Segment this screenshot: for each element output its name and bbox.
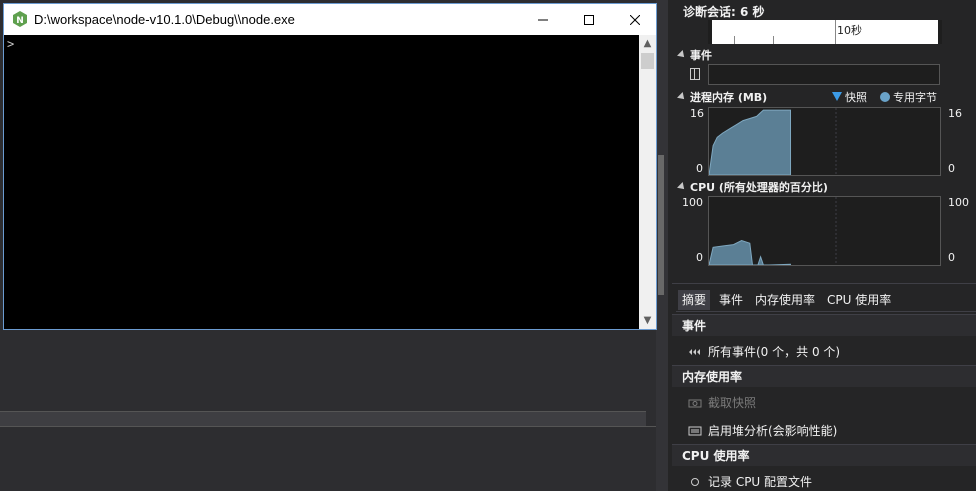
maximize-button[interactable] xyxy=(566,4,612,35)
timeline-ruler[interactable]: 10秒 xyxy=(708,20,942,44)
timeline-tick-label: 10秒 xyxy=(837,24,862,37)
series-area xyxy=(709,239,792,265)
pause-events-icon[interactable] xyxy=(690,68,700,80)
events-list-header: 事件 xyxy=(672,314,976,336)
cpu-y-max-left: 100 xyxy=(682,196,703,209)
enable-heap-profiling-button[interactable]: 启用堆分析(会影响性能) xyxy=(688,422,837,439)
console-prompt: > xyxy=(7,37,15,51)
tab-summary[interactable]: 摘要 xyxy=(678,290,711,310)
node-app-icon: N xyxy=(13,11,27,27)
close-button[interactable] xyxy=(612,4,658,35)
memory-y-min-left: 0 xyxy=(696,162,703,175)
scrollbar-thumb[interactable] xyxy=(658,155,664,295)
details-tabs: 摘要 事件 内存使用率 CPU 使用率 xyxy=(676,290,976,312)
close-icon xyxy=(630,14,640,25)
camera-icon xyxy=(688,399,702,408)
record-icon xyxy=(691,478,699,486)
memory-y-min-right: 0 xyxy=(948,162,955,175)
memory-chart[interactable] xyxy=(708,107,941,176)
timeline-tick xyxy=(835,20,836,44)
cpu-section-header[interactable]: CPU (所有处理器的百分比) xyxy=(677,179,828,195)
tab-cpu-usage[interactable]: CPU 使用率 xyxy=(823,290,895,310)
timeline-start-handle[interactable] xyxy=(708,20,712,44)
minimize-button[interactable] xyxy=(520,4,566,35)
divider xyxy=(0,426,656,427)
collapse-icon xyxy=(677,182,687,192)
horizontal-scrollbar[interactable] xyxy=(0,411,646,427)
cpu-chart-svg xyxy=(709,197,837,265)
memory-y-max-left: 16 xyxy=(690,107,704,120)
session-duration: 诊断会话: 6 秒 xyxy=(683,5,765,19)
console-window[interactable]: N D:\workspace\node-v10.1.0\Debug\\node.… xyxy=(3,3,657,330)
take-snapshot-button[interactable]: 截取快照 xyxy=(688,394,756,411)
events-section-header[interactable]: 事件 xyxy=(677,47,712,63)
series-area xyxy=(709,109,792,175)
memory-chip-icon xyxy=(688,426,702,436)
cpu-chart[interactable] xyxy=(708,196,941,266)
console-titlebar[interactable]: N D:\workspace\node-v10.1.0\Debug\\node.… xyxy=(4,4,656,35)
svg-text:N: N xyxy=(16,16,24,26)
collapse-icon xyxy=(677,92,687,102)
memory-chart-svg xyxy=(709,108,837,175)
memory-section-header[interactable]: 进程内存 (MB) xyxy=(677,89,767,105)
vertical-scrollbar[interactable] xyxy=(656,0,668,491)
record-cpu-profile-button[interactable]: 记录 CPU 配置文件 xyxy=(688,473,812,490)
legend-snapshot: 快照 xyxy=(832,89,867,105)
cpu-list-header: CPU 使用率 xyxy=(672,444,976,466)
window-title: D:\workspace\node-v10.1.0\Debug\\node.ex… xyxy=(34,12,295,27)
timeline-tick xyxy=(773,36,774,44)
events-track xyxy=(708,64,940,85)
timeline-end-handle[interactable] xyxy=(938,20,942,44)
memory-y-max-right: 16 xyxy=(948,107,962,120)
tab-memory-usage[interactable]: 内存使用率 xyxy=(751,290,819,310)
cpu-y-min-left: 0 xyxy=(696,251,703,264)
scroll-up-icon[interactable]: ▲ xyxy=(639,35,656,52)
memory-list-header: 内存使用率 xyxy=(672,365,976,387)
console-scrollbar[interactable]: ▲ ▼ xyxy=(639,35,656,329)
all-events-link[interactable]: 所有事件(0 个，共 0 个) xyxy=(688,343,840,360)
console-output[interactable]: > xyxy=(4,35,640,329)
collapse-icon xyxy=(677,50,687,60)
minimize-icon xyxy=(538,19,548,20)
diagnostics-panel: 诊断会话: 6 秒 10秒 事件 进程内存 (MB) 快照 专用字节 16 0 … xyxy=(672,0,976,491)
divider xyxy=(672,283,976,284)
cpu-y-max-right: 100 xyxy=(948,196,969,209)
events-icon xyxy=(689,349,700,355)
legend-private-bytes: 专用字节 xyxy=(880,89,937,105)
timeline-tick xyxy=(734,36,735,44)
maximize-icon xyxy=(584,14,594,25)
cpu-y-min-right: 0 xyxy=(948,251,955,264)
scroll-down-icon[interactable]: ▼ xyxy=(639,312,656,329)
private-bytes-marker-icon xyxy=(880,92,890,102)
snapshot-marker-icon xyxy=(832,92,842,101)
console-scroll-thumb[interactable] xyxy=(641,53,654,69)
tab-events[interactable]: 事件 xyxy=(715,290,747,310)
